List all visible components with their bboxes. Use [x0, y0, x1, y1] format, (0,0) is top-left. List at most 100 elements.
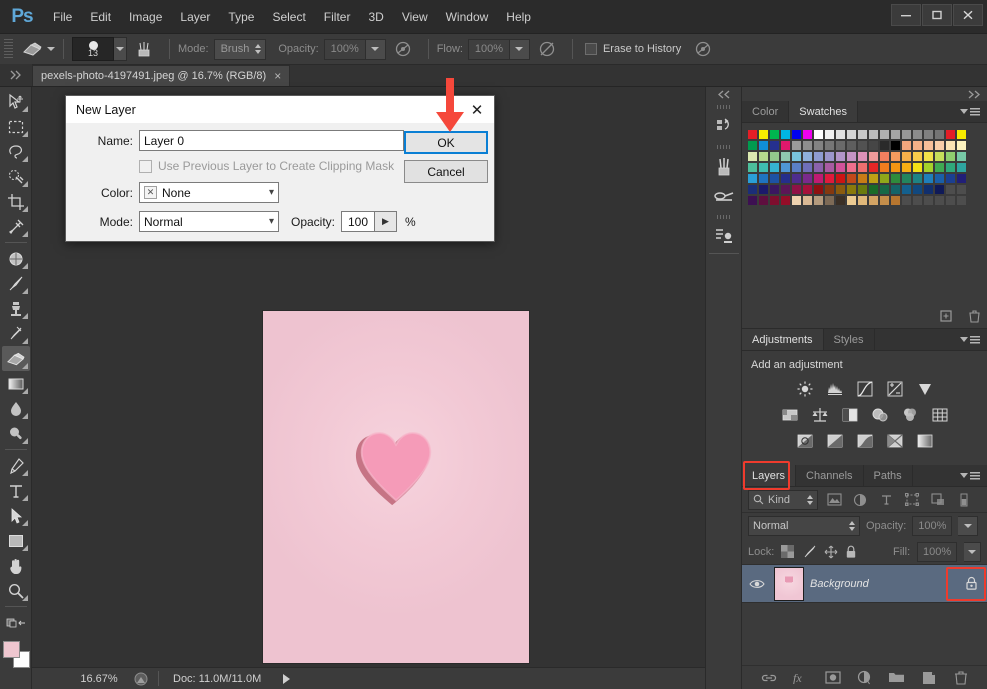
color-swatch[interactable] — [813, 151, 824, 162]
color-swatch[interactable] — [956, 173, 967, 184]
color-swatch[interactable] — [945, 173, 956, 184]
color-swatch[interactable] — [835, 129, 846, 140]
brightness-contrast-icon[interactable] — [794, 379, 816, 399]
color-swatch[interactable] — [934, 184, 945, 195]
tab-styles[interactable]: Styles — [823, 329, 875, 350]
menu-image[interactable]: Image — [120, 6, 171, 28]
color-swatch[interactable] — [758, 195, 769, 206]
lock-image-pixels-icon[interactable] — [802, 544, 817, 560]
color-swatch[interactable] — [901, 184, 912, 195]
color-swatch[interactable] — [901, 195, 912, 206]
color-swatch[interactable] — [835, 151, 846, 162]
color-swatch[interactable] — [747, 173, 758, 184]
zoom-tool[interactable] — [2, 578, 30, 603]
color-swatch[interactable] — [747, 184, 758, 195]
eyedropper-tool[interactable] — [2, 214, 30, 239]
color-swatch[interactable] — [802, 162, 813, 173]
history-brush-tool[interactable] — [2, 321, 30, 346]
layer-filter-kind-select[interactable]: Kind — [748, 489, 818, 510]
color-swatch[interactable] — [857, 195, 868, 206]
minimize-button[interactable] — [891, 4, 921, 26]
color-lookup-icon[interactable] — [929, 405, 951, 425]
maximize-button[interactable] — [922, 4, 952, 26]
color-swatch[interactable] — [835, 184, 846, 195]
tab-channels[interactable]: Channels — [796, 465, 864, 486]
brush-preset-picker[interactable]: 13 — [72, 37, 114, 61]
color-swatch[interactable] — [956, 195, 967, 206]
color-swatch[interactable] — [923, 129, 934, 140]
color-swatch[interactable] — [890, 184, 901, 195]
smart-object-filter-icon[interactable] — [928, 490, 948, 510]
rail-grip-2[interactable] — [717, 145, 730, 149]
photo-filter-icon[interactable] — [869, 405, 891, 425]
color-swatch[interactable] — [956, 162, 967, 173]
delete-layer-icon[interactable] — [952, 669, 970, 687]
color-swatch[interactable] — [868, 184, 879, 195]
color-swatch[interactable] — [956, 184, 967, 195]
foreground-color-swatch[interactable] — [2, 641, 20, 658]
layer-name-input[interactable]: Layer 0 — [139, 130, 404, 151]
menu-edit[interactable]: Edit — [81, 6, 120, 28]
eraser-tool[interactable] — [1, 346, 30, 371]
color-swatch[interactable] — [901, 129, 912, 140]
color-swatch[interactable] — [879, 195, 890, 206]
new-layer-icon[interactable] — [920, 669, 938, 687]
eraser-mode-select[interactable]: Brush — [213, 38, 267, 60]
adjustment-layer-filter-icon[interactable] — [850, 490, 870, 510]
color-swatch[interactable] — [758, 184, 769, 195]
color-swatch[interactable] — [879, 173, 890, 184]
adjustments-panel-menu-icon[interactable] — [960, 329, 987, 350]
eraser-tool-icon[interactable] — [17, 38, 47, 60]
color-swatch[interactable] — [758, 151, 769, 162]
zoom-level-field[interactable]: 16.67% — [72, 670, 126, 687]
color-swatch[interactable] — [879, 151, 890, 162]
tab-color[interactable]: Color — [742, 101, 790, 122]
color-swatch[interactable] — [857, 184, 868, 195]
hue-saturation-icon[interactable] — [779, 405, 801, 425]
hand-tool[interactable] — [2, 553, 30, 578]
opacity-pressure-icon[interactable] — [390, 37, 416, 61]
color-swatch[interactable] — [791, 151, 802, 162]
brush-tool[interactable] — [2, 271, 30, 296]
color-swatch[interactable] — [923, 140, 934, 151]
color-swatch[interactable] — [813, 184, 824, 195]
color-swatch[interactable] — [802, 151, 813, 162]
color-swatch[interactable] — [802, 195, 813, 206]
color-swatch[interactable] — [912, 151, 923, 162]
color-swatch[interactable] — [923, 184, 934, 195]
color-swatch[interactable] — [879, 184, 890, 195]
color-swatch[interactable] — [780, 162, 791, 173]
opacity-value[interactable]: 100% — [323, 38, 366, 60]
dodge-tool[interactable] — [2, 421, 30, 446]
color-swatch[interactable] — [923, 151, 934, 162]
layer-locked-icon[interactable] — [959, 576, 983, 591]
color-swatch[interactable] — [747, 195, 758, 206]
filter-toggle-icon[interactable] — [954, 490, 974, 510]
rail-grip-3[interactable] — [717, 215, 730, 219]
color-swatch[interactable] — [835, 195, 846, 206]
shape-layer-filter-icon[interactable] — [902, 490, 922, 510]
layer-color-select[interactable]: ✕ None ▾ — [139, 182, 279, 203]
rectangular-marquee-tool[interactable] — [2, 114, 30, 139]
menu-file[interactable]: File — [44, 6, 81, 28]
clipping-mask-checkbox-icon[interactable] — [139, 159, 152, 173]
rail-collapse-button[interactable] — [706, 87, 741, 101]
color-swatch[interactable] — [791, 173, 802, 184]
color-swatch[interactable] — [945, 151, 956, 162]
airbrush-toggle-icon[interactable] — [534, 37, 560, 61]
exposure-icon[interactable] — [884, 379, 906, 399]
pen-tool[interactable] — [2, 453, 30, 478]
blend-mode-select[interactable]: Normal — [748, 516, 860, 536]
crop-tool[interactable] — [2, 189, 30, 214]
color-balance-icon[interactable] — [809, 405, 831, 425]
color-swatch[interactable] — [802, 129, 813, 140]
menu-filter[interactable]: Filter — [315, 6, 360, 28]
color-swatch[interactable] — [945, 195, 956, 206]
color-swatch[interactable] — [857, 140, 868, 151]
color-swatch[interactable] — [846, 162, 857, 173]
color-swatch[interactable] — [912, 140, 923, 151]
color-swatch[interactable] — [813, 173, 824, 184]
color-swatch[interactable] — [835, 140, 846, 151]
color-swatch[interactable] — [945, 129, 956, 140]
selective-color-icon[interactable] — [914, 431, 936, 451]
